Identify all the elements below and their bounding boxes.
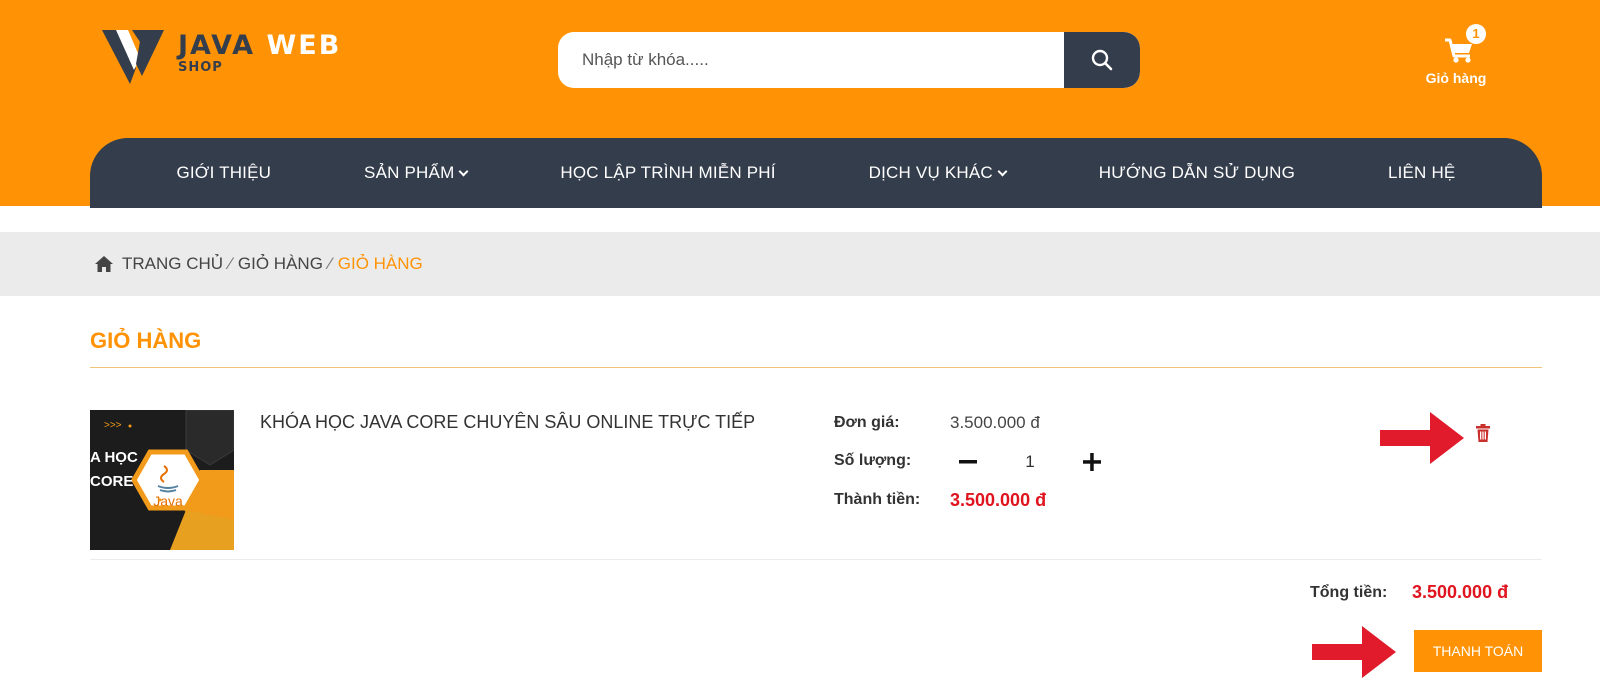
trash-icon xyxy=(1476,424,1490,442)
annotation-arrow-icon xyxy=(1380,412,1464,464)
site-header: JAVA WEB SHOP 1 Giỏ hàng GIỚI THIỆU SẢN … xyxy=(0,0,1600,208)
subtotal-value: 3.500.000 đ xyxy=(950,490,1047,510)
nav-item-free-courses[interactable]: HỌC LẬP TRÌNH MIỄN PHÍ xyxy=(560,163,775,183)
cart-label: Giỏ hàng xyxy=(1425,70,1487,86)
total-label: Tổng tiền: xyxy=(1310,584,1388,601)
breadcrumb-home-link[interactable]: TRANG CHỦ xyxy=(122,254,223,274)
page-title: GIỎ HÀNG xyxy=(90,328,202,353)
quantity-label: Số lượng: xyxy=(834,452,912,469)
product-name-link[interactable]: KHÓA HỌC JAVA CORE CHUYÊN SÂU ONLINE TRỰ… xyxy=(260,412,755,433)
decrease-qty-button[interactable] xyxy=(950,444,986,480)
quantity-stepper xyxy=(950,444,1110,480)
product-image: A HỌC CORE Java >>> xyxy=(90,410,234,550)
home-icon xyxy=(94,255,114,273)
main-nav: GIỚI THIỆU SẢN PHẨM HỌC LẬP TRÌNH MIỄN P… xyxy=(90,138,1542,208)
search-button[interactable] xyxy=(1064,32,1140,88)
search-box xyxy=(558,32,1140,88)
chevron-down-icon xyxy=(997,166,1008,176)
breadcrumb-separator: ⁄ xyxy=(229,254,232,273)
plus-icon xyxy=(1083,453,1101,471)
cart-button[interactable]: 1 Giỏ hàng xyxy=(1416,24,1496,94)
svg-text:CORE: CORE xyxy=(90,473,133,490)
breadcrumb-current: GIỎ HÀNG xyxy=(337,254,423,273)
nav-item-other-services[interactable]: DỊCH VỤ KHÁC xyxy=(869,163,1008,183)
svg-text:Java: Java xyxy=(153,493,183,509)
checkout-button[interactable]: THANH TOÁN xyxy=(1414,630,1542,672)
unit-price-label: Đơn giá: xyxy=(834,414,900,431)
logo-subtitle: SHOP xyxy=(178,60,223,75)
subtotal-label: Thành tiền: xyxy=(834,491,921,508)
title-divider xyxy=(90,367,1542,368)
cart-count-badge: 1 xyxy=(1466,24,1486,44)
row-divider xyxy=(90,559,1542,560)
search-input[interactable] xyxy=(558,32,1058,88)
nav-item-products[interactable]: SẢN PHẨM xyxy=(364,163,469,183)
breadcrumb-cart-link[interactable]: GIỎ HÀNG xyxy=(238,254,323,274)
logo-title: JAVA WEB xyxy=(178,30,342,61)
breadcrumb-separator: ⁄ xyxy=(328,254,332,273)
breadcrumb: TRANG CHỦ ⁄ GIỎ HÀNG ⁄ GIỎ HÀNG xyxy=(0,232,1600,296)
total-value: 3.500.000 đ xyxy=(1412,582,1509,602)
remove-item-button[interactable] xyxy=(1476,424,1490,447)
svg-text:A HỌC: A HỌC xyxy=(90,449,138,466)
site-logo[interactable]: JAVA WEB SHOP xyxy=(102,28,362,90)
logo-mark-icon xyxy=(102,30,164,84)
svg-text:>>>: >>> xyxy=(104,420,122,431)
increase-qty-button[interactable] xyxy=(1074,444,1110,480)
quantity-input[interactable] xyxy=(986,444,1074,480)
chevron-down-icon xyxy=(458,166,469,176)
nav-item-contact[interactable]: LIÊN HỆ xyxy=(1388,163,1456,183)
nav-item-guide[interactable]: HƯỚNG DẪN SỬ DỤNG xyxy=(1099,163,1295,183)
search-icon xyxy=(1091,49,1113,71)
minus-icon xyxy=(959,460,977,464)
nav-item-about[interactable]: GIỚI THIỆU xyxy=(176,163,271,183)
product-thumbnail[interactable]: A HỌC CORE Java >>> xyxy=(90,410,234,550)
annotation-arrow-icon xyxy=(1312,626,1396,678)
unit-price-value: 3.500.000 đ xyxy=(950,413,1040,432)
